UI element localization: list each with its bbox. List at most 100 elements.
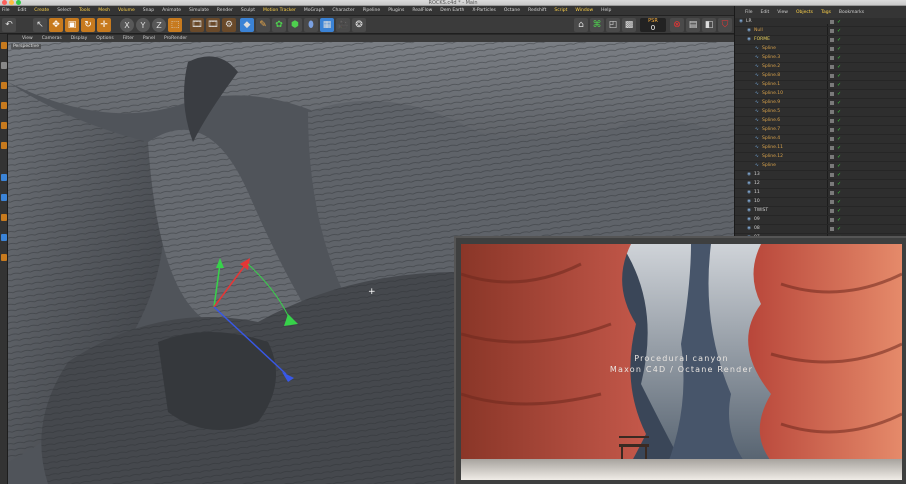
enabled-check-icon[interactable]: ✓	[837, 73, 841, 79]
object-row[interactable]: ∿ Spline ✓	[735, 45, 906, 54]
visibility-dot-icon[interactable]	[830, 182, 834, 186]
enabled-check-icon[interactable]: ✓	[837, 181, 841, 187]
visibility-dot-icon[interactable]	[830, 119, 834, 123]
coordinate-system-icon[interactable]: ⬚	[168, 18, 182, 32]
viewport-menu-options[interactable]: Options	[96, 36, 113, 41]
menu-item-script[interactable]: Script	[554, 8, 567, 13]
object-row[interactable]: ∿ Spline.4 ✓	[735, 135, 906, 144]
render-view-icon[interactable]: 🎞	[190, 18, 204, 32]
visibility-dot-icon[interactable]	[830, 146, 834, 150]
snap-side-icon[interactable]	[1, 214, 7, 221]
subdivision-icon[interactable]: ✿	[272, 18, 286, 32]
menu-item-help[interactable]: Help	[601, 8, 611, 13]
pen-spline-icon[interactable]: ✎	[256, 18, 270, 32]
texture-mode-side-icon[interactable]	[1, 62, 7, 69]
object-menu-view[interactable]: View	[777, 10, 788, 15]
object-row[interactable]: ∿ Spline.7 ✓	[735, 126, 906, 135]
object-row[interactable]: ◉ 09 ✓	[735, 216, 906, 225]
menu-item-character[interactable]: Character	[332, 8, 354, 13]
menu-item-snap[interactable]: Snap	[143, 8, 154, 13]
enabled-check-icon[interactable]: ✓	[837, 118, 841, 124]
menu-item-redshift[interactable]: Redshift	[528, 8, 546, 13]
enabled-check-icon[interactable]: ✓	[837, 82, 841, 88]
enabled-check-icon[interactable]: ✓	[837, 208, 841, 214]
object-row[interactable]: ◉ FORME ✓	[735, 36, 906, 45]
render-settings-icon[interactable]: ⚙	[222, 18, 236, 32]
object-row[interactable]: ◉ 10 ✓	[735, 198, 906, 207]
polygons-mode-icon[interactable]	[1, 122, 7, 129]
visibility-dot-icon[interactable]	[830, 200, 834, 204]
object-row[interactable]: ∿ Spline.12 ✓	[735, 153, 906, 162]
visibility-dot-icon[interactable]	[830, 56, 834, 60]
visibility-dot-icon[interactable]	[830, 110, 834, 114]
enabled-check-icon[interactable]: ✓	[837, 91, 841, 97]
object-row[interactable]: ∿ Spline.1 ✓	[735, 81, 906, 90]
object-row[interactable]: ◉ Null ✓	[735, 27, 906, 36]
object-row[interactable]: ∿ Spline.6 ✓	[735, 117, 906, 126]
light-icon[interactable]: ❂	[352, 18, 366, 32]
menu-item-window[interactable]: Window	[575, 8, 593, 13]
enabled-check-icon[interactable]: ✓	[837, 136, 841, 142]
menu-item-create[interactable]: Create	[34, 8, 49, 13]
object-row[interactable]: ◉ 08 ✓	[735, 225, 906, 234]
select-arrow-icon[interactable]: ↖	[33, 18, 47, 32]
viewport-menu-cameras[interactable]: Cameras	[42, 36, 62, 41]
object-row[interactable]: ∿ Spline.10 ✓	[735, 90, 906, 99]
object-menu-file[interactable]: File	[745, 10, 753, 15]
object-row[interactable]: ∿ Spline.9 ✓	[735, 99, 906, 108]
enabled-check-icon[interactable]: ✓	[837, 55, 841, 61]
enabled-check-icon[interactable]: ✓	[837, 64, 841, 70]
enabled-check-icon[interactable]: ✓	[837, 154, 841, 160]
viewport-menu-panel[interactable]: Panel	[143, 36, 155, 41]
visibility-dot-icon[interactable]	[830, 209, 834, 213]
y-axis-lock[interactable]: Y	[136, 18, 150, 32]
layout-icon[interactable]: ◧	[702, 18, 716, 32]
enabled-check-icon[interactable]: ✓	[837, 163, 841, 169]
enabled-check-icon[interactable]: ✓	[837, 226, 841, 232]
object-menu-bookmarks[interactable]: Bookmarks	[839, 10, 864, 15]
object-menu-tags[interactable]: Tags	[821, 10, 831, 15]
shield-icon[interactable]: ⛉	[718, 18, 732, 32]
enabled-check-icon[interactable]: ✓	[837, 28, 841, 34]
enabled-check-icon[interactable]: ✓	[837, 217, 841, 223]
menu-item-render[interactable]: Render	[217, 8, 233, 13]
visibility-dot-icon[interactable]	[830, 92, 834, 96]
enabled-check-icon[interactable]: ✓	[837, 190, 841, 196]
visibility-dot-icon[interactable]	[830, 83, 834, 87]
menu-item-motion-tracker[interactable]: Motion Tracker	[263, 8, 296, 13]
viewport-menu-filter[interactable]: Filter	[123, 36, 134, 41]
object-row[interactable]: ◉ TWIST ✓	[735, 207, 906, 216]
model-mode-icon[interactable]	[1, 42, 7, 49]
visibility-dot-icon[interactable]	[830, 155, 834, 159]
tweak-mode-icon[interactable]	[1, 194, 7, 201]
menu-item-file[interactable]: File	[2, 8, 10, 13]
enable-axis-icon[interactable]	[1, 174, 7, 181]
object-row[interactable]: ∿ Spline.8 ✓	[735, 72, 906, 81]
menu-item-animate[interactable]: Animate	[162, 8, 181, 13]
undo-icon[interactable]: ↶	[2, 18, 16, 32]
visibility-dot-icon[interactable]	[830, 227, 834, 231]
menu-item-select[interactable]: Select	[57, 8, 71, 13]
menu-item-mesh[interactable]: Mesh	[98, 8, 110, 13]
visibility-dot-icon[interactable]	[830, 101, 834, 105]
menu-item-edit[interactable]: Edit	[18, 8, 27, 13]
enabled-check-icon[interactable]: ✓	[837, 199, 841, 205]
visibility-dot-icon[interactable]	[830, 74, 834, 78]
enabled-check-icon[interactable]: ✓	[837, 46, 841, 52]
menu-item-volume[interactable]: Volume	[118, 8, 135, 13]
menu-item-dem-earth[interactable]: Dem Earth	[440, 8, 464, 13]
visibility-dot-icon[interactable]	[830, 29, 834, 33]
viewport-menu-view[interactable]: View	[22, 36, 33, 41]
move-tool-icon[interactable]: ✥	[49, 18, 63, 32]
visibility-dot-icon[interactable]	[830, 173, 834, 177]
z-axis-lock[interactable]: Z	[152, 18, 166, 32]
enabled-check-icon[interactable]: ✓	[837, 127, 841, 133]
scale-tool-icon[interactable]: ▣	[65, 18, 79, 32]
axis-mode-icon[interactable]: ◰	[606, 18, 620, 32]
timeline-icon[interactable]: ▤	[686, 18, 700, 32]
enabled-check-icon[interactable]: ✓	[837, 145, 841, 151]
keyframe-icon[interactable]: ⊗	[670, 18, 684, 32]
sculpt-icon[interactable]	[1, 234, 7, 241]
object-menu-objects[interactable]: Objects	[796, 10, 813, 15]
visibility-dot-icon[interactable]	[830, 164, 834, 168]
